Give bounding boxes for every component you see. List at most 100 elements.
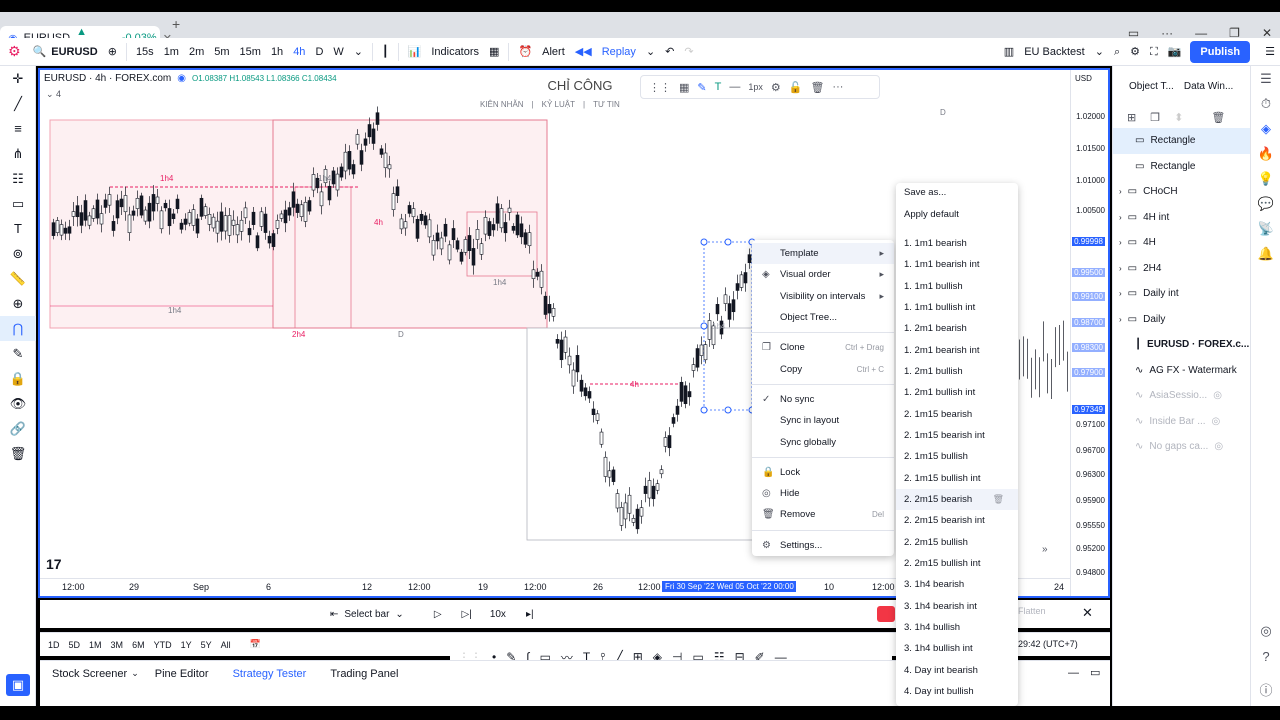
template-item[interactable]: 2. 2m15 bearish int <box>896 510 1018 531</box>
menu-item-clone[interactable]: ❐ Clone Ctrl + Drag <box>752 337 894 358</box>
link-icon[interactable]: 🔗 <box>0 416 36 441</box>
replay-exit-button[interactable] <box>877 606 895 622</box>
interval-5m[interactable]: 5m <box>209 41 234 63</box>
range-1m[interactable]: 1M <box>89 640 102 650</box>
interval-15s[interactable]: 15s <box>131 41 159 63</box>
tree-row-indicator[interactable]: ∿ Inside Bar ... ◎ <box>1113 409 1250 435</box>
replay-speed[interactable]: 10x <box>490 609 506 620</box>
copy-icon[interactable]: ❐ <box>1150 111 1160 124</box>
resize-handle[interactable] <box>700 238 708 246</box>
layers-icon[interactable]: ◈ <box>1251 116 1280 141</box>
template-item[interactable]: 1. 1m1 bearish <box>896 233 1018 254</box>
ideas-icon[interactable]: 💡 <box>1251 166 1280 191</box>
template-item[interactable]: 1. 1m1 bullish <box>896 275 1018 296</box>
range-all[interactable]: All <box>221 640 231 650</box>
layout-icon[interactable]: ▥ <box>999 41 1019 63</box>
menu-item-settings[interactable]: ⚙ Settings... <box>752 535 894 556</box>
tree-row-indicator[interactable]: ∿ AG FX - Watermark <box>1113 358 1250 384</box>
chevron-down-icon[interactable]: ⌄ <box>1090 41 1109 63</box>
chevron-down-icon[interactable]: ⌄ <box>131 668 139 679</box>
chevron-down-icon[interactable]: ⌄ <box>349 41 368 63</box>
tab-strategy-tester[interactable]: Strategy Tester <box>221 668 319 680</box>
chevron-right-icon[interactable]: › <box>1119 187 1122 196</box>
chat-icon[interactable]: 💬 <box>1251 191 1280 216</box>
alert-icon[interactable]: ⏰ <box>513 41 537 63</box>
line-color-icon[interactable]: ✎ <box>697 81 706 94</box>
settings-icon[interactable]: ⚙ <box>771 81 781 94</box>
pitchfork-icon[interactable]: ⋔ <box>0 141 36 166</box>
play-icon[interactable]: ▷ <box>434 609 442 620</box>
ruler-icon[interactable]: 📏 <box>0 266 36 291</box>
template-item[interactable]: 2. 2m15 bullish int <box>896 553 1018 574</box>
tree-group-4h[interactable]: › ▭ 4H <box>1113 230 1250 256</box>
legend-symbol[interactable]: EURUSD · 4h · FOREX.com <box>44 73 171 84</box>
chart-type-icon[interactable]: ┃ <box>377 41 394 63</box>
currency-label[interactable]: USD <box>1075 74 1092 83</box>
tab-pine-editor[interactable]: Pine Editor <box>143 668 221 680</box>
trash-icon[interactable]: 🗑 <box>0 441 36 466</box>
tree-row-rectangle[interactable]: ▭ Rectangle <box>1113 154 1250 180</box>
template-item[interactable]: 1. 2m1 bullish <box>896 361 1018 382</box>
template-item[interactable]: 2. 1m15 bullish int <box>896 467 1018 488</box>
chevron-right-icon[interactable]: › <box>1119 213 1122 222</box>
chevron-down-icon[interactable]: ⌄ <box>641 41 660 63</box>
lock-icon[interactable]: 🔒 <box>0 366 36 391</box>
menu-item-template[interactable]: Template ▸ <box>752 243 894 265</box>
template-item[interactable]: 2. 2m15 bullish <box>896 532 1018 553</box>
cursor-cross-icon[interactable]: ✛ <box>0 66 36 91</box>
template-item[interactable]: 1. 1m1 bearish int <box>896 254 1018 275</box>
menu-item-object-tree[interactable]: Object Tree... <box>752 307 894 328</box>
lock-icon[interactable]: 🔓 <box>789 81 803 94</box>
tab-stock-screener[interactable]: Stock Screener <box>40 668 139 680</box>
template-item[interactable]: 3. 1h4 bearish int <box>896 596 1018 617</box>
help-circle-icon[interactable]: ⓘ <box>1251 678 1280 703</box>
interval-1h[interactable]: 1h <box>266 41 288 63</box>
menu-item-no-sync[interactable]: ✓ No sync <box>752 389 894 410</box>
template-item[interactable]: 3. 1h4 bearish <box>896 574 1018 595</box>
undo-icon[interactable]: ↶ <box>660 41 679 63</box>
menu-item-copy[interactable]: Copy Ctrl + C <box>752 358 894 379</box>
zoom-icon[interactable]: ⊕ <box>0 291 36 316</box>
help-icon[interactable]: ? <box>1251 644 1280 669</box>
menu-item-sync-layout[interactable]: Sync in layout <box>752 410 894 431</box>
resize-handle[interactable] <box>700 406 708 414</box>
tradingview-logo-icon[interactable]: 17 <box>46 556 62 572</box>
quick-search-icon[interactable]: ⌕ <box>1109 41 1125 63</box>
resize-handle[interactable] <box>724 238 732 246</box>
settings-gear-icon[interactable]: ⚙ <box>1125 41 1145 63</box>
template-item[interactable]: 1. 1m1 bullish int <box>896 297 1018 318</box>
line-style-icon[interactable]: — <box>729 81 740 93</box>
text-icon[interactable]: T <box>0 216 36 241</box>
range-5y[interactable]: 5Y <box>201 640 212 650</box>
interval-d[interactable]: D <box>310 41 328 63</box>
interval-2m[interactable]: 2m <box>184 41 209 63</box>
range-1y[interactable]: 1Y <box>181 640 192 650</box>
tree-group-daily-int[interactable]: › ▭ Daily int <box>1113 281 1250 307</box>
calendar-icon[interactable]: 📅 <box>250 639 261 650</box>
lock-drawing-icon[interactable]: ✎ <box>0 341 36 366</box>
eye-icon[interactable]: 👁 <box>0 391 36 416</box>
template-icon[interactable]: ▦ <box>679 81 689 94</box>
menu-item-hide[interactable]: ◎ Hide <box>752 483 894 504</box>
clock-icon[interactable]: ⏱ <box>1251 91 1280 116</box>
template-apply-default[interactable]: Apply default <box>896 203 1018 224</box>
range-5d[interactable]: 5D <box>69 640 81 650</box>
price-axis[interactable]: USD 1.02000 1.01500 1.01000 1.00500 0.99… <box>1070 70 1108 596</box>
range-ytd[interactable]: YTD <box>154 640 172 650</box>
close-replay-icon[interactable]: ✕ <box>1082 605 1093 621</box>
tree-group-2h4[interactable]: › ▭ 2H4 <box>1113 256 1250 282</box>
hidden-eye-icon[interactable]: ◎ <box>1212 416 1221 427</box>
hidden-eye-icon[interactable]: ◎ <box>1213 390 1222 401</box>
daily-range-box[interactable] <box>49 119 548 329</box>
template-item[interactable]: 4. Day int bearish <box>896 660 1018 681</box>
chevron-right-icon[interactable]: › <box>1119 238 1122 247</box>
template-save-as[interactable]: Save as... <box>896 183 1018 203</box>
magnet-icon[interactable]: ⋂ <box>0 316 36 341</box>
tree-row-main-series[interactable]: ┃ EURUSD · FOREX.c... <box>1113 332 1250 358</box>
menu-item-lock[interactable]: 🔒 Lock <box>752 462 894 483</box>
streams-icon[interactable]: 📡 <box>1251 216 1280 241</box>
menu-item-visual-order[interactable]: ◈ Visual order ▸ <box>752 264 894 285</box>
menu-item-visibility[interactable]: Visibility on intervals ▸ <box>752 286 894 307</box>
scroll-right-icon[interactable]: » <box>1042 544 1048 555</box>
watchlist-icon[interactable]: ☰ <box>1260 41 1280 63</box>
